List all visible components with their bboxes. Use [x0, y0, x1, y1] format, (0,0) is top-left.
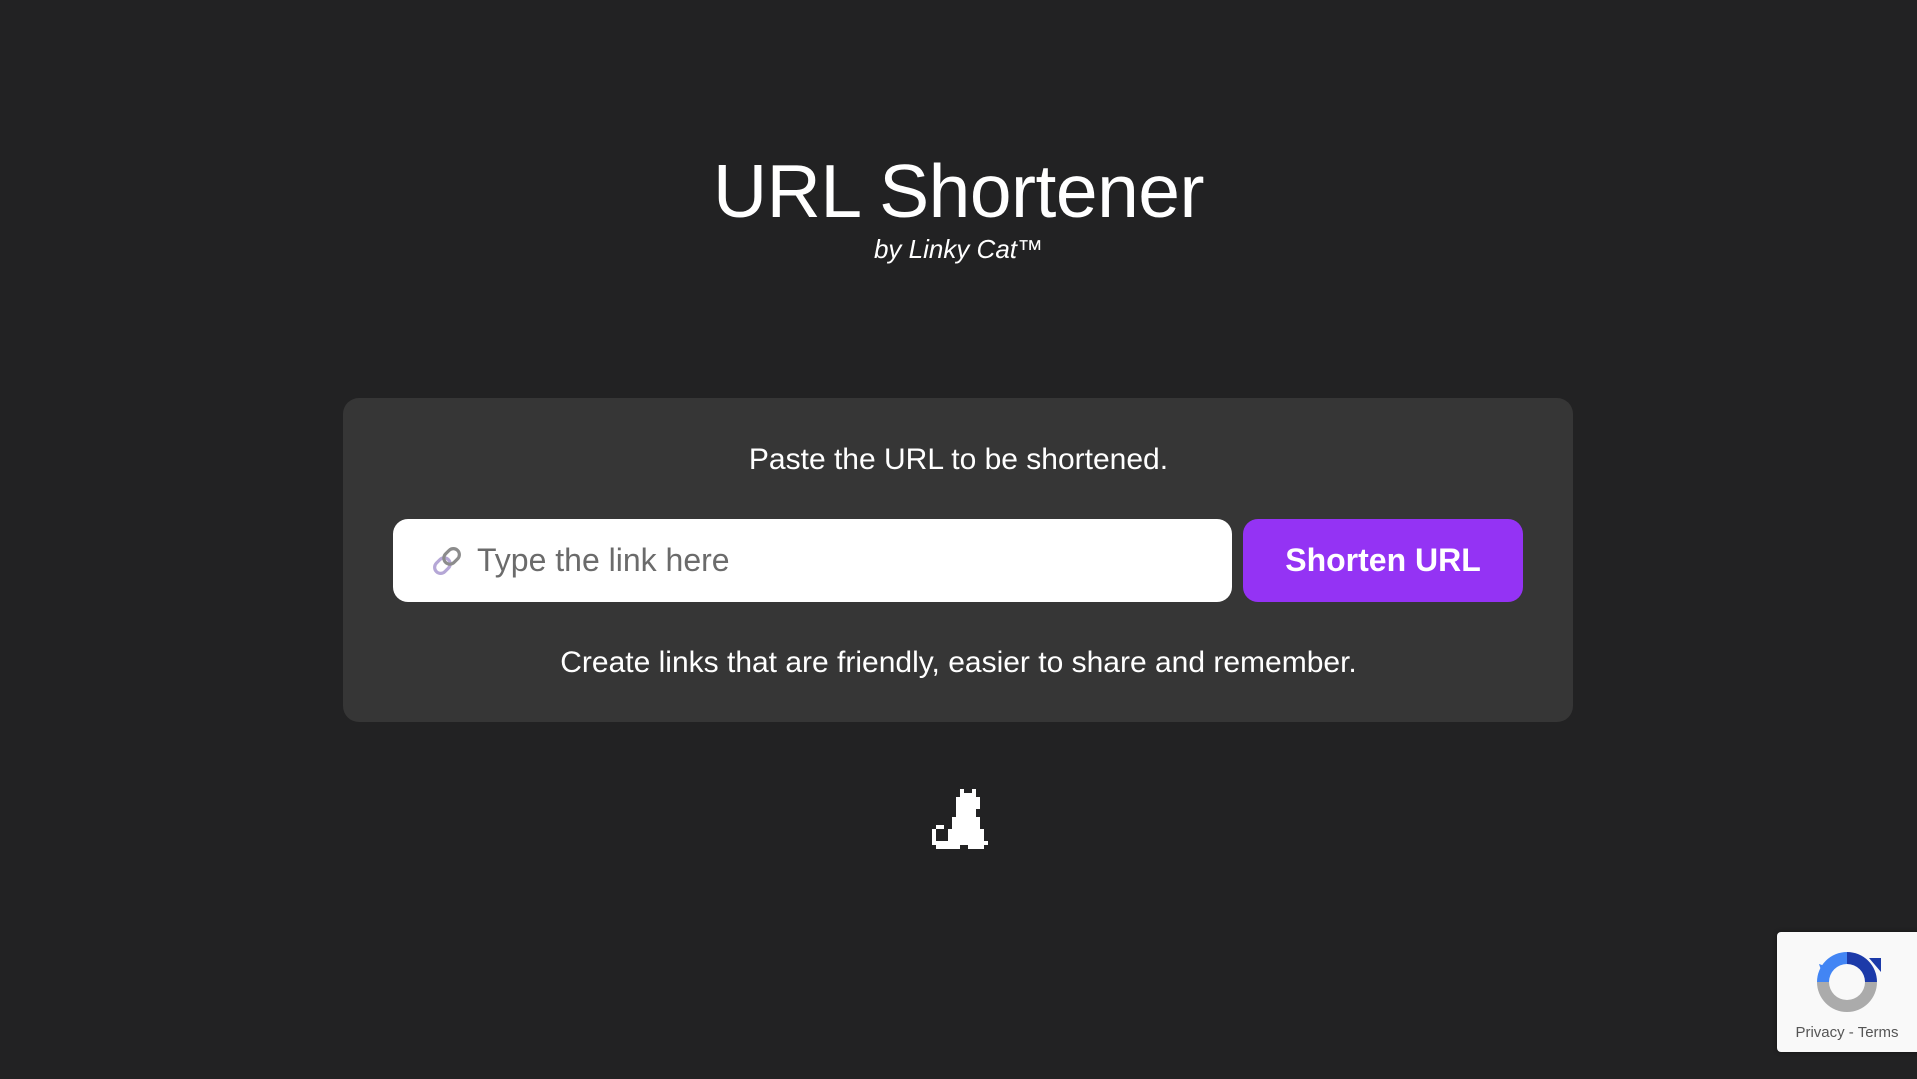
url-input-container[interactable]: [393, 519, 1232, 602]
terms-link[interactable]: Terms: [1858, 1024, 1899, 1041]
page-title: URL Shortener: [713, 149, 1204, 233]
url-input[interactable]: [477, 519, 1207, 602]
instruction-text: Paste the URL to be shortened.: [748, 443, 1169, 476]
links-separator: -: [1848, 1024, 1854, 1041]
recaptcha-badge[interactable]: Privacy - Terms: [1777, 932, 1917, 1052]
recaptcha-logo-icon: [1817, 952, 1881, 1012]
page-header: URL Shortener by Linky Cat™: [0, 148, 1917, 264]
link-icon: [433, 547, 461, 575]
shorten-url-button[interactable]: Shorten URL: [1243, 519, 1523, 602]
recaptcha-links: Privacy - Terms: [1777, 1024, 1917, 1041]
pixel-cat-icon: [932, 789, 988, 849]
page-subtitle: by Linky Cat™: [873, 234, 1044, 264]
privacy-link[interactable]: Privacy: [1795, 1024, 1844, 1041]
tagline-text: Create links that are friendly, easier t…: [560, 646, 1357, 679]
